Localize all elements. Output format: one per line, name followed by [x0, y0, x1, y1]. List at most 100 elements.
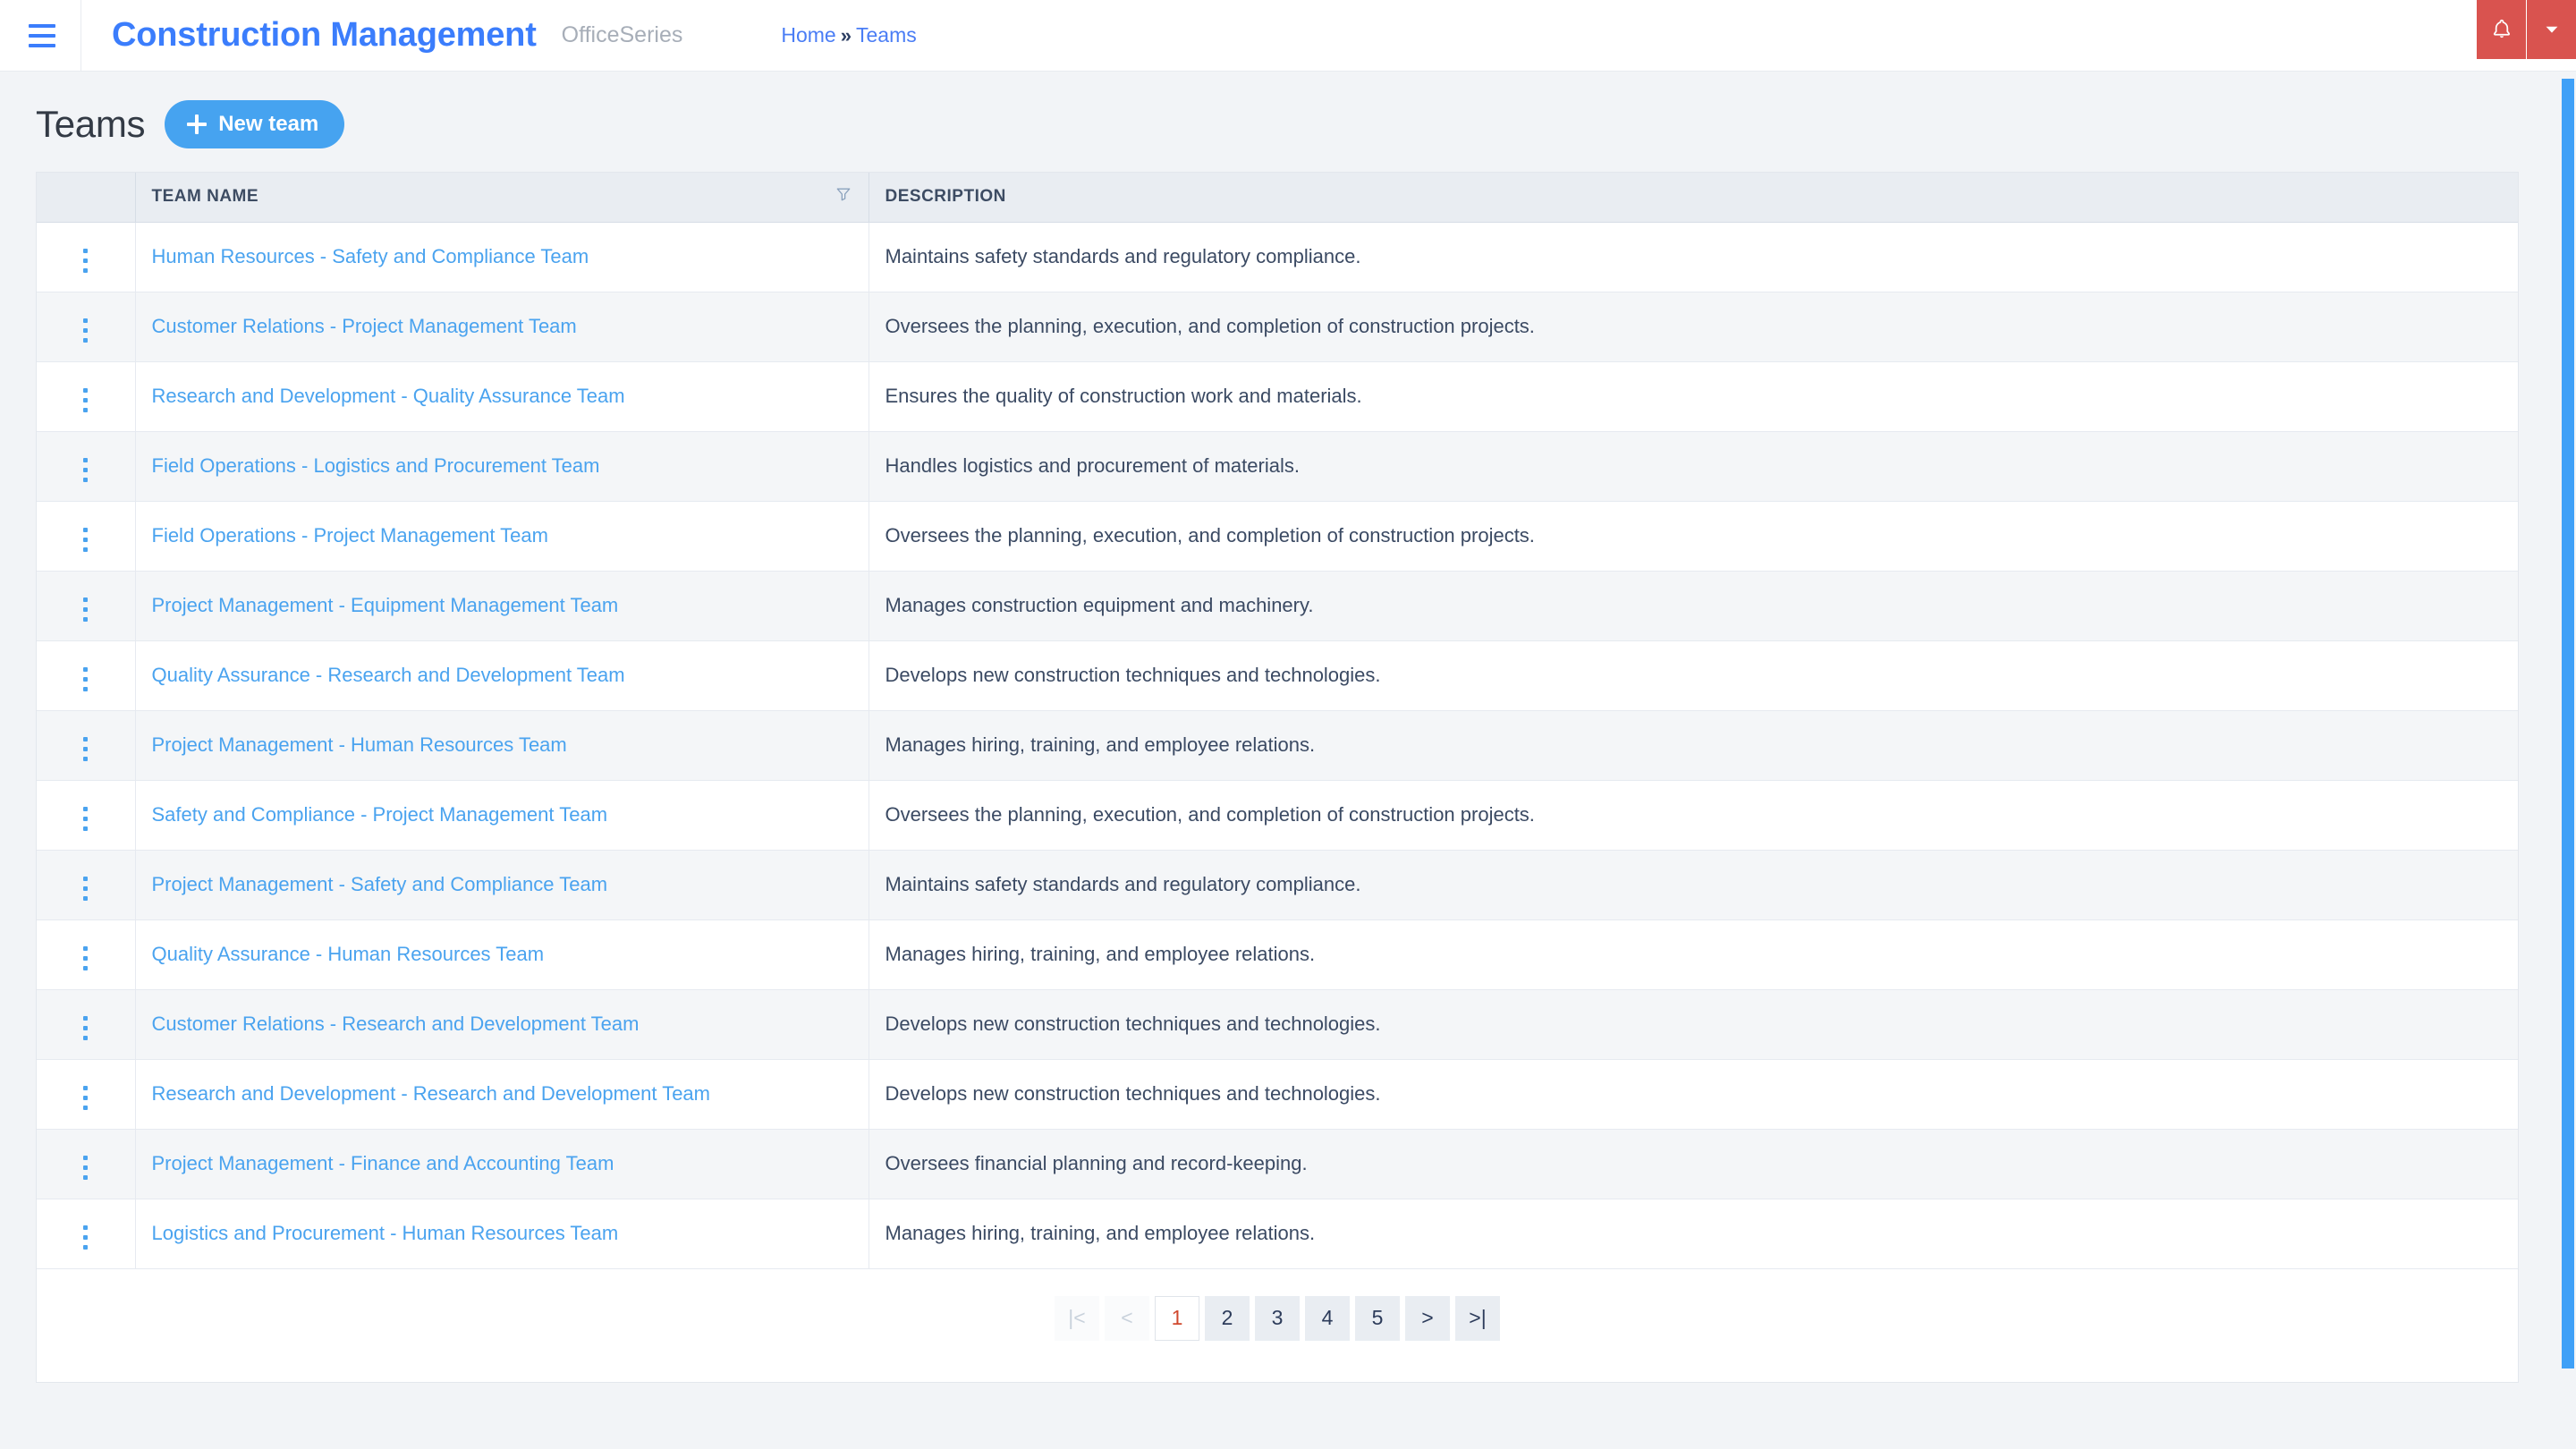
team-name-link[interactable]: Project Management - Safety and Complian… — [152, 873, 608, 895]
app-brand-subtitle: OfficeSeries — [561, 22, 683, 47]
breadcrumb-link-home[interactable]: Home — [781, 23, 835, 47]
pagination-page-1[interactable]: 1 — [1155, 1295, 1199, 1341]
team-description-cell: Manages hiring, training, and employee r… — [869, 1199, 2518, 1269]
table-row: Field Operations - Logistics and Procure… — [37, 431, 2518, 502]
table-row: Project Management - Equipment Managemen… — [37, 571, 2518, 641]
kebab-menu-icon[interactable] — [78, 592, 93, 627]
table-row: Project Management - Finance and Account… — [37, 1129, 2518, 1199]
page-scrollbar-track[interactable] — [2560, 72, 2576, 1449]
team-description-cell: Maintains safety standards and regulator… — [869, 850, 2518, 920]
team-name-link[interactable]: Customer Relations - Research and Develo… — [152, 1013, 640, 1035]
row-actions-cell — [37, 989, 136, 1060]
kebab-menu-icon[interactable] — [78, 732, 93, 767]
team-name-cell: Project Management - Equipment Managemen… — [135, 571, 869, 641]
team-description-cell: Manages hiring, training, and employee r… — [869, 710, 2518, 781]
row-actions-cell — [37, 431, 136, 502]
team-name-link[interactable]: Research and Development - Research and … — [152, 1082, 711, 1105]
team-name-link[interactable]: Field Operations - Project Management Te… — [152, 524, 548, 547]
pagination-next-button[interactable]: > — [1405, 1295, 1450, 1341]
team-name-link[interactable]: Safety and Compliance - Project Manageme… — [152, 803, 608, 826]
table-header: TEAM NAME DESCRIPTION — [37, 173, 2518, 223]
kebab-menu-icon[interactable] — [78, 522, 93, 557]
table-row: Customer Relations - Research and Develo… — [37, 989, 2518, 1060]
pagination-page-2[interactable]: 2 — [1205, 1295, 1250, 1341]
team-name-cell: Logistics and Procurement - Human Resour… — [135, 1199, 869, 1269]
pagination-prev-button[interactable]: < — [1105, 1295, 1149, 1341]
team-description-cell: Develops new construction techniques and… — [869, 640, 2518, 711]
row-actions-cell — [37, 292, 136, 362]
team-name-cell: Field Operations - Project Management Te… — [135, 501, 869, 572]
pagination-page-5[interactable]: 5 — [1355, 1295, 1400, 1341]
hamburger-menu-icon[interactable] — [14, 23, 70, 47]
hamburger-bar — [29, 33, 55, 38]
kebab-menu-icon[interactable] — [78, 941, 93, 976]
row-actions-cell — [37, 919, 136, 990]
team-description-cell: Oversees the planning, execution, and co… — [869, 292, 2518, 362]
account-dropdown-button[interactable] — [2527, 0, 2576, 59]
team-name-link[interactable]: Project Management - Equipment Managemen… — [152, 594, 619, 616]
pagination-first-button[interactable]: |< — [1055, 1295, 1099, 1341]
team-name-link[interactable]: Quality Assurance - Research and Develop… — [152, 664, 625, 686]
table-row: Quality Assurance - Research and Develop… — [37, 640, 2518, 711]
kebab-menu-icon[interactable] — [78, 1011, 93, 1046]
team-description-cell: Develops new construction techniques and… — [869, 989, 2518, 1060]
page-scrollbar-thumb[interactable] — [2562, 79, 2574, 1368]
table-row: Project Management - Safety and Complian… — [37, 850, 2518, 920]
team-name-cell: Field Operations - Logistics and Procure… — [135, 431, 869, 502]
team-name-cell: Research and Development - Quality Assur… — [135, 361, 869, 432]
kebab-menu-icon[interactable] — [78, 1080, 93, 1115]
team-name-cell: Human Resources - Safety and Compliance … — [135, 222, 869, 292]
team-name-cell: Quality Assurance - Research and Develop… — [135, 640, 869, 711]
row-actions-cell — [37, 1059, 136, 1130]
team-name-link[interactable]: Quality Assurance - Human Resources Team — [152, 943, 545, 965]
kebab-menu-icon[interactable] — [78, 1220, 93, 1255]
column-header-actions — [37, 173, 136, 223]
kebab-menu-icon[interactable] — [78, 383, 93, 418]
team-name-link[interactable]: Human Resources - Safety and Compliance … — [152, 245, 589, 267]
pagination-page-4[interactable]: 4 — [1305, 1295, 1350, 1341]
pagination-page-3[interactable]: 3 — [1255, 1295, 1300, 1341]
table-row: Research and Development - Quality Assur… — [37, 361, 2518, 432]
funnel-icon[interactable] — [835, 185, 852, 208]
team-description-cell: Oversees the planning, execution, and co… — [869, 501, 2518, 572]
kebab-menu-icon[interactable] — [78, 453, 93, 487]
team-description-cell: Manages hiring, training, and employee r… — [869, 919, 2518, 990]
page-content: Teams New team TEAM NAME DESCRIPTION Hum… — [0, 72, 2576, 1383]
team-name-cell: Customer Relations - Research and Develo… — [135, 989, 869, 1060]
breadcrumb-separator: » — [840, 23, 852, 47]
new-team-button[interactable]: New team — [165, 100, 345, 148]
team-name-link[interactable]: Project Management - Human Resources Tea… — [152, 733, 567, 756]
kebab-menu-icon[interactable] — [78, 243, 93, 278]
team-description-cell: Manages construction equipment and machi… — [869, 571, 2518, 641]
kebab-menu-icon[interactable] — [78, 1150, 93, 1185]
team-name-link[interactable]: Field Operations - Logistics and Procure… — [152, 454, 600, 477]
table-row: Safety and Compliance - Project Manageme… — [37, 780, 2518, 851]
table-header-row: TEAM NAME DESCRIPTION — [37, 173, 2518, 223]
plus-icon — [187, 114, 208, 134]
notification-bell-button[interactable] — [2477, 0, 2527, 59]
team-description-cell: Handles logistics and procurement of mat… — [869, 431, 2518, 502]
team-name-link[interactable]: Logistics and Procurement - Human Resour… — [152, 1222, 619, 1244]
team-description-cell: Maintains safety standards and regulator… — [869, 222, 2518, 292]
row-actions-cell — [37, 1129, 136, 1199]
kebab-menu-icon[interactable] — [78, 662, 93, 697]
table-row: Customer Relations - Project Management … — [37, 292, 2518, 362]
table-row: Logistics and Procurement - Human Resour… — [37, 1199, 2518, 1269]
kebab-menu-icon[interactable] — [78, 871, 93, 906]
team-description-cell: Develops new construction techniques and… — [869, 1059, 2518, 1130]
breadcrumb-link-teams[interactable]: Teams — [856, 23, 917, 47]
team-name-link[interactable]: Customer Relations - Project Management … — [152, 315, 577, 337]
column-header-team-name[interactable]: TEAM NAME — [135, 173, 869, 223]
row-actions-cell — [37, 1199, 136, 1269]
row-actions-cell — [37, 501, 136, 572]
hamburger-bar — [29, 23, 55, 28]
row-actions-cell — [37, 640, 136, 711]
kebab-menu-icon[interactable] — [78, 313, 93, 348]
team-name-link[interactable]: Project Management - Finance and Account… — [152, 1152, 614, 1174]
team-name-cell: Project Management - Finance and Account… — [135, 1129, 869, 1199]
navbar-right-actions — [2477, 0, 2576, 59]
kebab-menu-icon[interactable] — [78, 801, 93, 836]
team-name-link[interactable]: Research and Development - Quality Assur… — [152, 385, 625, 407]
pagination-last-button[interactable]: >| — [1455, 1295, 1500, 1341]
app-brand-title: Construction Management — [112, 16, 537, 54]
